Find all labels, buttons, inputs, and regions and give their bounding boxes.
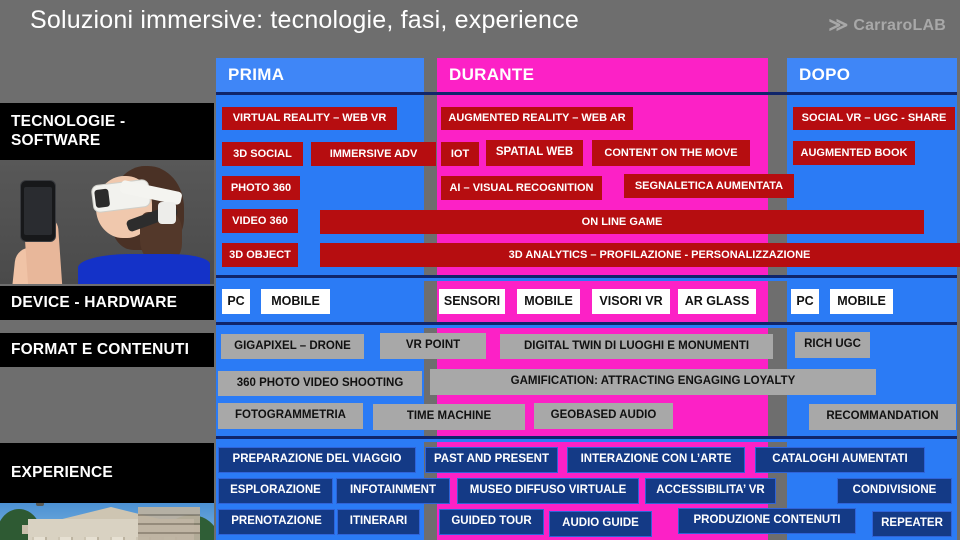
tag-tecnologie-10[interactable]: AI – VISUAL RECOGNITION — [441, 176, 602, 200]
separator-device-top — [216, 278, 957, 281]
tag-experience-0[interactable]: PREPARAZIONE DEL VIAGGIO — [218, 447, 416, 473]
tag-format-2[interactable]: DIGITAL TWIN DI LUOGHI E MONUMENTI — [500, 334, 773, 359]
column-header-dopo[interactable]: DOPO — [787, 58, 957, 92]
column-header-prima-label: PRIMA — [228, 65, 285, 84]
tag-experience-13[interactable]: PRODUZIONE CONTENUTI — [678, 508, 856, 534]
tag-tecnologie-5[interactable]: 3D OBJECT — [222, 243, 298, 267]
tag-experience-6[interactable]: MUSEO DIFFUSO VIRTUALE — [457, 478, 639, 504]
tag-experience-11[interactable]: GUIDED TOUR — [439, 509, 544, 535]
tag-device-1[interactable]: MOBILE — [261, 289, 330, 314]
row-label-tecnologie-text: TECNOLOGIE - SOFTWARE — [11, 112, 126, 149]
tag-tecnologie-13[interactable]: AUGMENTED BOOK — [793, 141, 915, 165]
tag-experience-8[interactable]: CONDIVISIONE — [837, 478, 952, 504]
brand-name: CarraroLAB — [853, 16, 946, 34]
tag-format-9[interactable]: RECOMMANDATION — [809, 404, 956, 430]
column-header-durante-label: DURANTE — [449, 65, 535, 84]
tag-device-6[interactable]: PC — [791, 289, 819, 314]
separator-exp-top — [216, 439, 957, 442]
brand-logo: ≫ CarraroLAB — [828, 16, 946, 35]
tag-device-3[interactable]: MOBILE — [517, 289, 580, 314]
tag-device-0[interactable]: PC — [222, 289, 250, 314]
tag-tecnologie-6[interactable]: AUGMENTED REALITY – WEB AR — [441, 107, 633, 130]
tag-tecnologie-14[interactable]: ON LINE GAME — [320, 210, 924, 234]
tag-format-5[interactable]: GAMIFICATION: ATTRACTING ENGAGING LOYALT… — [430, 369, 876, 395]
tag-tecnologie-3[interactable]: PHOTO 360 — [222, 176, 300, 200]
tag-experience-9[interactable]: PRENOTAZIONE — [218, 509, 335, 535]
row-label-device-text: DEVICE - HARDWARE — [11, 293, 178, 311]
tag-experience-4[interactable]: ESPLORAZIONE — [218, 478, 333, 504]
slide-root: Soluzioni immersive: tecnologie, fasi, e… — [0, 0, 960, 540]
row-label-device[interactable]: DEVICE - HARDWARE — [0, 286, 214, 320]
column-header-prima[interactable]: PRIMA — [216, 58, 424, 92]
tag-device-4[interactable]: VISORI VR — [592, 289, 670, 314]
row-label-experience-text: EXPERIENCE — [11, 463, 113, 481]
tag-device-5[interactable]: AR GLASS — [678, 289, 756, 314]
row-label-experience[interactable]: EXPERIENCE — [0, 443, 214, 503]
page-title: Soluzioni immersive: tecnologie, fasi, e… — [30, 6, 579, 34]
tag-experience-5[interactable]: INFOTAINMENT — [336, 478, 450, 504]
tag-experience-3[interactable]: CATALOGHI AUMENTATI — [755, 447, 925, 473]
tag-experience-2[interactable]: INTERAZIONE CON L’ARTE — [567, 447, 745, 473]
tag-tecnologie-1[interactable]: 3D SOCIAL — [222, 142, 303, 166]
tag-format-6[interactable]: FOTOGRAMMETRIA — [218, 403, 363, 429]
separator-tech-top — [216, 92, 957, 95]
row-image-tecnologie — [0, 160, 214, 284]
tag-format-4[interactable]: 360 PHOTO VIDEO SHOOTING — [218, 371, 422, 396]
tag-experience-10[interactable]: ITINERARI — [337, 509, 420, 535]
tag-tecnologie-2[interactable]: IMMERSIVE ADV — [311, 142, 436, 166]
column-header-dopo-label: DOPO — [799, 65, 851, 84]
tag-experience-1[interactable]: PAST AND PRESENT — [425, 447, 558, 473]
column-header-durante[interactable]: DURANTE — [437, 58, 768, 92]
tag-tecnologie-8[interactable]: SPATIAL WEB — [486, 140, 583, 166]
tag-format-3[interactable]: RICH UGC — [795, 332, 870, 358]
tag-device-7[interactable]: MOBILE — [830, 289, 893, 314]
row-label-format-text: FORMAT E CONTENUTI — [11, 340, 190, 358]
separator-format-top — [216, 325, 957, 328]
tag-tecnologie-0[interactable]: VIRTUAL REALITY – WEB VR — [222, 107, 397, 130]
tag-experience-12[interactable]: AUDIO GUIDE — [549, 511, 652, 537]
tag-format-1[interactable]: VR POINT — [380, 333, 486, 359]
tag-tecnologie-15[interactable]: 3D ANALYTICS – PROFILAZIONE - PERSONALIZ… — [320, 243, 960, 267]
tag-experience-7[interactable]: ACCESSIBILITA’ VR — [645, 478, 776, 504]
tag-tecnologie-4[interactable]: VIDEO 360 — [222, 209, 298, 233]
tag-experience-14[interactable]: REPEATER — [872, 511, 952, 537]
tag-tecnologie-9[interactable]: CONTENT ON THE MOVE — [592, 140, 750, 166]
double-chevron-icon: ≫ — [828, 15, 849, 36]
tag-tecnologie-12[interactable]: SOCIAL VR – UGC - SHARE — [793, 107, 955, 130]
tag-tecnologie-11[interactable]: SEGNALETICA AUMENTATA — [624, 174, 794, 198]
tag-tecnologie-7[interactable]: IOT — [441, 142, 479, 166]
tag-device-2[interactable]: SENSORI — [439, 289, 505, 314]
row-label-tecnologie[interactable]: TECNOLOGIE - SOFTWARE — [0, 103, 214, 160]
tag-format-7[interactable]: TIME MACHINE — [373, 404, 525, 430]
tag-format-8[interactable]: GEOBASED AUDIO — [534, 403, 673, 429]
row-label-format[interactable]: FORMAT E CONTENUTI — [0, 333, 214, 367]
tag-format-0[interactable]: GIGAPIXEL – DRONE — [221, 334, 364, 359]
